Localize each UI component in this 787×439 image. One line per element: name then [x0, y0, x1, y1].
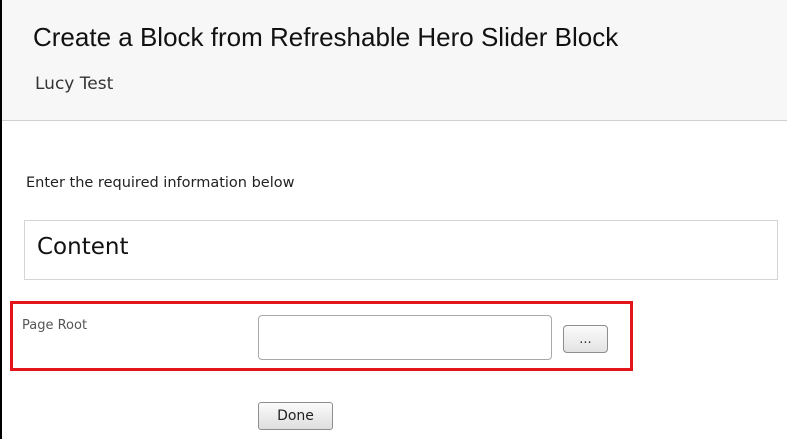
page-root-label: Page Root — [22, 318, 88, 333]
page-root-input[interactable] — [258, 315, 552, 360]
dialog-header: Create a Block from Refreshable Hero Sli… — [2, 0, 787, 121]
done-button[interactable]: Done — [258, 402, 333, 430]
dialog-subtitle: Lucy Test — [35, 74, 114, 94]
section-title: Content — [37, 234, 129, 260]
dialog-title: Create a Block from Refreshable Hero Sli… — [33, 22, 619, 52]
form-instructions: Enter the required information below — [26, 175, 295, 191]
page-root-browse-button[interactable]: ... — [563, 325, 608, 353]
content-section-header: Content — [24, 220, 778, 280]
